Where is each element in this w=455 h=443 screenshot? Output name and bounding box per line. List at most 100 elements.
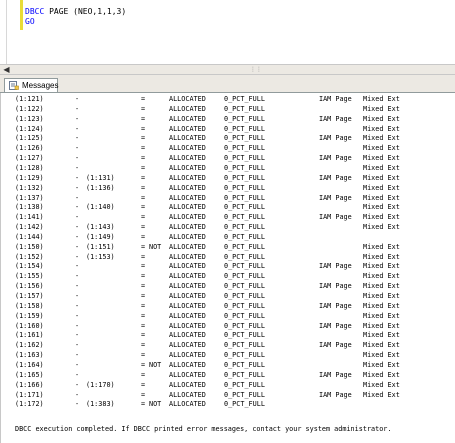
horizontal-scrollbar[interactable]: ◀ ⋮⋮ — [0, 64, 455, 75]
scroll-left-icon[interactable]: ◀ — [2, 65, 11, 74]
cell-pct: 0_PCT_FULL — [224, 193, 265, 202]
cell-mixed: Mixed Ext — [363, 262, 400, 271]
cell-not: NOT — [149, 242, 162, 251]
cell-dash: - — [75, 242, 80, 251]
cell-dash: - — [75, 400, 80, 409]
messages-icon — [9, 81, 19, 90]
cell-range: (1:170) — [86, 380, 115, 389]
cell-iam: IAM Page — [319, 154, 352, 163]
cell-alloc: ALLOCATED — [169, 282, 206, 291]
cell-dash: - — [75, 104, 80, 113]
cell-mixed: Mixed Ext — [363, 341, 400, 350]
message-row: = (1:165) - ALLOCATED 0_PCT_FULL IAM Page Mixe… — [1, 371, 451, 380]
cell-page: (1:159) — [15, 311, 44, 320]
equals-sign: = — [141, 95, 146, 103]
cell-dash: - — [75, 360, 80, 369]
equals-sign: = — [141, 203, 146, 212]
equals-sign: = — [141, 321, 146, 330]
equals-sign: = — [141, 311, 146, 320]
cell-mixed: Mixed Ext — [363, 360, 400, 369]
cell-page: (1:166) — [15, 380, 44, 389]
equals-sign: = — [141, 341, 146, 350]
cell-pct: 0_PCT_FULL — [224, 321, 265, 330]
cell-alloc: ALLOCATED — [169, 203, 206, 212]
tab-messages[interactable]: Messages — [4, 78, 58, 92]
query-editor[interactable]: DBCC PAGE (NEO,1,1,3) GO — [0, 0, 455, 64]
cell-alloc: ALLOCATED — [169, 154, 206, 163]
cell-page: (1:142) — [15, 223, 44, 232]
code-line-1[interactable]: DBCC PAGE (NEO,1,1,3) — [25, 7, 126, 17]
cell-dash: - — [75, 232, 80, 241]
cell-alloc: ALLOCATED — [169, 173, 206, 182]
cell-pct: 0_PCT_FULL — [224, 292, 265, 300]
cell-page: (1:121) — [15, 95, 44, 103]
cell-mixed: Mixed Ext — [363, 134, 400, 143]
cell-dash: - — [75, 272, 80, 281]
messages-pane[interactable]: = (1:121) - ALLOCATED 0_PCT_FULL IAM Page Mixe… — [0, 93, 455, 443]
cell-pct: 0_PCT_FULL — [224, 380, 265, 389]
message-row: = (1:166) - (1:170) ALLOCATED 0_PCT_FULL Mixed… — [1, 381, 451, 390]
equals-sign: = — [141, 380, 146, 389]
cell-page: (1:123) — [15, 114, 44, 123]
message-row: = (1:157) - ALLOCATED 0_PCT_FULL Mixed Ext — [1, 292, 451, 301]
cell-mixed: Mixed Ext — [363, 124, 400, 133]
equals-sign: = — [141, 331, 146, 340]
cell-page: (1:127) — [15, 154, 44, 163]
cell-dash: - — [75, 144, 80, 153]
message-row: = (1:141) - ALLOCATED 0_PCT_FULL IAM Page Mixe… — [1, 213, 451, 222]
cell-page: (1:137) — [15, 193, 44, 202]
results-tabbar: Messages — [0, 75, 455, 93]
cell-range: (1:151) — [86, 242, 115, 251]
cell-pct: 0_PCT_FULL — [224, 144, 265, 153]
message-row: = (1:162) - ALLOCATED 0_PCT_FULL IAM Page Mixe… — [1, 341, 451, 350]
cell-pct: 0_PCT_FULL — [224, 262, 265, 271]
equals-sign: = — [141, 124, 146, 133]
cell-mixed: Mixed Ext — [363, 95, 400, 103]
cell-page: (1:125) — [15, 134, 44, 143]
message-row: = (1:152) - (1:153) ALLOCATED 0_PCT_FULL Mixed… — [1, 253, 451, 262]
cell-dash: - — [75, 124, 80, 133]
cell-page: (1:141) — [15, 213, 44, 222]
cell-dash: - — [75, 183, 80, 192]
equals-sign: = — [141, 104, 146, 113]
equals-sign: = — [141, 144, 146, 153]
cell-page: (1:158) — [15, 301, 44, 310]
cell-dash: - — [75, 95, 80, 103]
cell-alloc: ALLOCATED — [169, 292, 206, 300]
cell-alloc: ALLOCATED — [169, 242, 206, 251]
cell-range: (1:383) — [86, 400, 115, 409]
cell-alloc: ALLOCATED — [169, 144, 206, 153]
cell-page: (1:156) — [15, 282, 44, 291]
cell-page: (1:132) — [15, 183, 44, 192]
cell-iam: IAM Page — [319, 173, 352, 182]
cell-dash: - — [75, 331, 80, 340]
message-row: = (1:144) - (1:149) ALLOCATED 0_PCT_FULL — [1, 233, 451, 242]
cell-alloc: ALLOCATED — [169, 183, 206, 192]
cell-pct: 0_PCT_FULL — [224, 183, 265, 192]
cell-pct: 0_PCT_FULL — [224, 311, 265, 320]
equals-sign: = — [141, 183, 146, 192]
cell-mixed: Mixed Ext — [363, 380, 400, 389]
cell-alloc: ALLOCATED — [169, 321, 206, 330]
message-row: = (1:154) - ALLOCATED 0_PCT_FULL IAM Page Mixe… — [1, 262, 451, 271]
cell-mixed: Mixed Ext — [363, 242, 400, 251]
cell-alloc: ALLOCATED — [169, 370, 206, 379]
cell-alloc: ALLOCATED — [169, 400, 206, 409]
cell-alloc: ALLOCATED — [169, 301, 206, 310]
scroll-grip-icon[interactable]: ⋮⋮ — [250, 66, 262, 73]
change-marker — [20, 0, 23, 30]
cell-range: (1:140) — [86, 203, 115, 212]
code-line-2[interactable]: GO — [25, 17, 35, 27]
cell-page: (1:152) — [15, 252, 44, 261]
cell-mixed: Mixed Ext — [363, 370, 400, 379]
cell-iam: IAM Page — [319, 282, 352, 291]
cell-range: (1:131) — [86, 173, 115, 182]
cell-pct: 0_PCT_FULL — [224, 341, 265, 350]
equals-sign: = — [141, 223, 146, 232]
equals-sign: = — [141, 114, 146, 123]
cell-mixed: Mixed Ext — [363, 272, 400, 281]
message-row: = (1:161) - ALLOCATED 0_PCT_FULL Mixed Ext — [1, 331, 451, 340]
cell-alloc: ALLOCATED — [169, 114, 206, 123]
message-row: = (1:164) - NOT ALLOCATED 0_PCT_FULL Mixed Ext — [1, 361, 451, 370]
cell-pct: 0_PCT_FULL — [224, 124, 265, 133]
